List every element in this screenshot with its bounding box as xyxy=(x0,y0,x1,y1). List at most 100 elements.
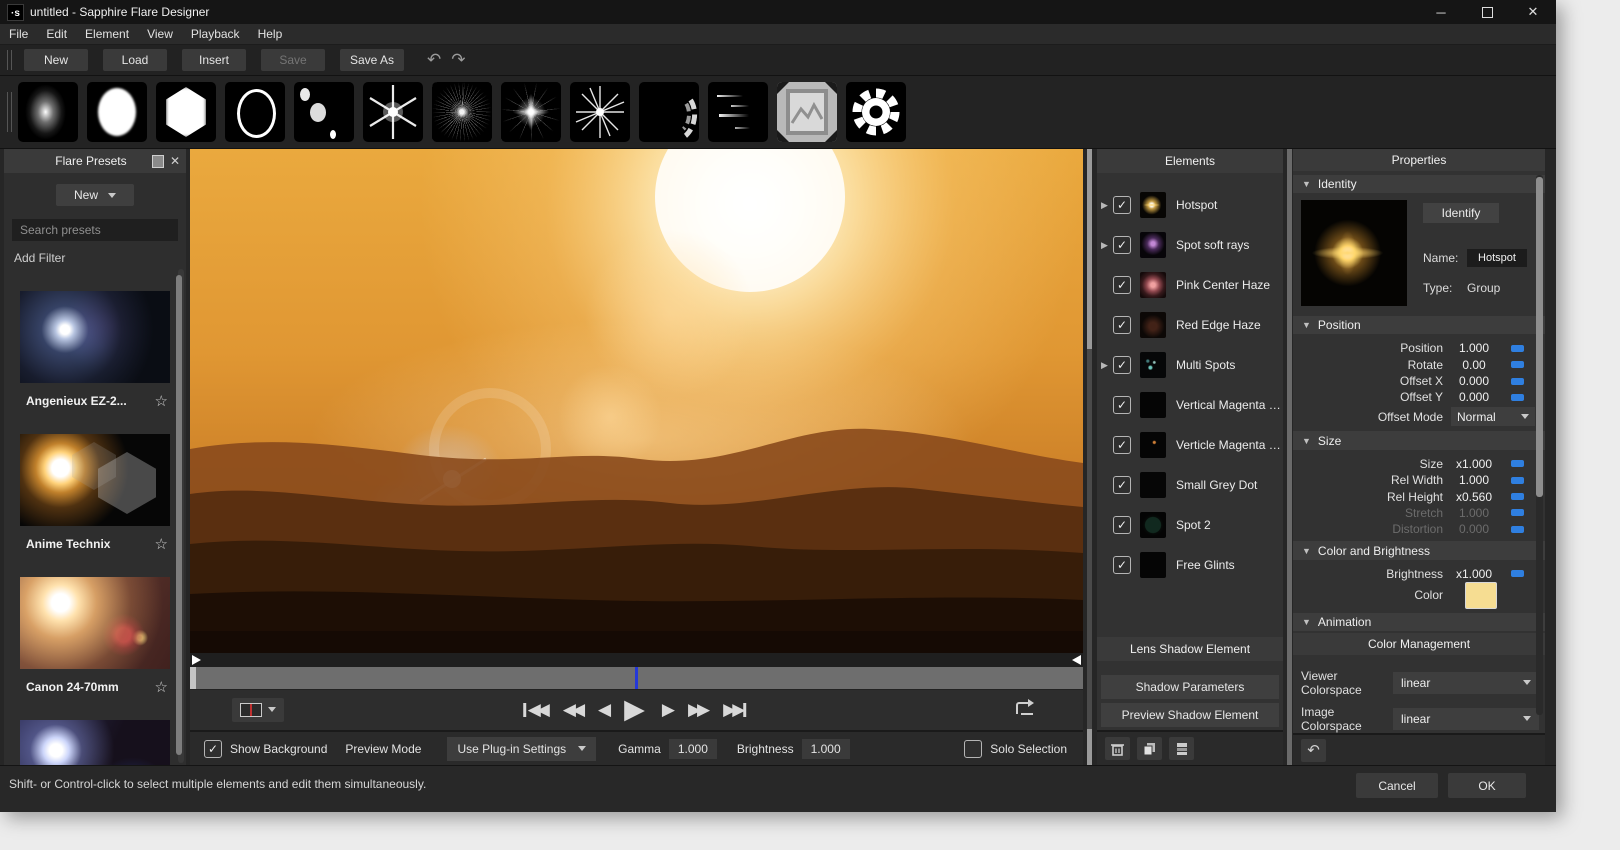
identity-section-header[interactable]: ▼ Identity xyxy=(1293,175,1545,193)
menu-playback[interactable]: Playback xyxy=(182,27,249,41)
collapse-triangle-icon[interactable]: ▼ xyxy=(1302,436,1311,446)
go-to-start-button[interactable]: ◀◀ xyxy=(521,700,550,720)
color-swatch[interactable] xyxy=(1465,582,1497,609)
go-to-end-button[interactable]: ▶▶ xyxy=(723,700,752,720)
element-row-spot-2[interactable]: ✓ Spot 2 xyxy=(1097,505,1283,545)
preset-new-dropdown[interactable]: New xyxy=(56,184,134,206)
element-row-hotspot[interactable]: ▶ ✓ Hotspot xyxy=(1097,185,1283,225)
element-checkbox[interactable]: ✓ xyxy=(1113,436,1131,454)
element-row-red-edge-haze[interactable]: ✓ Red Edge Haze xyxy=(1097,305,1283,345)
favorite-star-icon[interactable]: ☆ xyxy=(155,535,168,553)
brightness-value[interactable]: 1.000 xyxy=(802,739,850,759)
param-value[interactable]: 0.000 xyxy=(1443,390,1505,404)
play-button[interactable]: ▶ xyxy=(624,694,649,725)
undo-icon[interactable]: ↶ xyxy=(427,50,451,69)
step-forward-button[interactable]: ▶ xyxy=(662,700,675,720)
step-back-button[interactable]: ◀ xyxy=(598,700,611,720)
redo-icon[interactable]: ↷ xyxy=(451,50,475,69)
menu-edit[interactable]: Edit xyxy=(37,27,76,41)
preview-shadow-element-button[interactable]: Preview Shadow Element xyxy=(1101,703,1279,727)
position-section-header[interactable]: ▼ Position xyxy=(1293,316,1545,334)
element-checkbox[interactable]: ✓ xyxy=(1113,316,1131,334)
element-checkbox[interactable]: ✓ xyxy=(1113,236,1131,254)
param-value[interactable]: 0.000 xyxy=(1443,374,1505,388)
glint-element-icon[interactable] xyxy=(363,82,423,142)
element-row-multi-spots[interactable]: ▶ ✓ Multi Spots xyxy=(1097,345,1283,385)
collapse-triangle-icon[interactable]: ▼ xyxy=(1302,617,1311,627)
menu-element[interactable]: Element xyxy=(76,27,138,41)
rewind-button[interactable]: ◀◀ xyxy=(563,700,585,720)
viewer-colorspace-dropdown[interactable]: linear xyxy=(1393,672,1539,694)
preset-scrollbar-track[interactable] xyxy=(178,269,184,763)
properties-scrollbar-track[interactable] xyxy=(1536,175,1543,715)
element-checkbox[interactable]: ✓ xyxy=(1113,356,1131,374)
close-button[interactable]: ✕ xyxy=(1510,0,1556,24)
spots-element-icon[interactable] xyxy=(294,82,354,142)
slider-handle[interactable] xyxy=(1511,345,1524,352)
slider-handle[interactable] xyxy=(1511,493,1524,500)
name-input[interactable]: Hotspot xyxy=(1467,249,1527,267)
shadow-parameters-button[interactable]: Shadow Parameters xyxy=(1101,675,1279,699)
preset-item[interactable]: Angenieux EZ-2... ☆ xyxy=(4,291,186,410)
param-value[interactable]: x0.560 xyxy=(1443,490,1505,504)
solo-selection-checkbox[interactable] xyxy=(964,740,982,758)
param-value[interactable]: 1.000 xyxy=(1443,473,1505,487)
search-input[interactable] xyxy=(12,223,178,237)
range-start-marker[interactable] xyxy=(192,655,201,665)
collapse-triangle-icon[interactable]: ▼ xyxy=(1302,546,1311,556)
preset-item[interactable]: Canon 24-70mm ☆ xyxy=(4,577,186,696)
panel-splitter[interactable] xyxy=(1287,149,1292,765)
favorite-star-icon[interactable]: ☆ xyxy=(155,678,168,696)
element-row-verticle-magenta-orange[interactable]: ✓ Verticle Magenta Orange ... xyxy=(1097,425,1283,465)
image-colorspace-dropdown[interactable]: linear xyxy=(1393,708,1539,730)
identify-button[interactable]: Identify xyxy=(1423,203,1499,223)
view-mode-dropdown[interactable] xyxy=(232,698,284,722)
ok-button[interactable]: OK xyxy=(1448,773,1526,798)
close-panel-icon[interactable]: ✕ xyxy=(170,154,180,168)
slider-handle[interactable] xyxy=(1511,361,1524,368)
expand-triangle-icon[interactable]: ▶ xyxy=(1101,360,1113,371)
slider-handle[interactable] xyxy=(1511,509,1524,516)
expand-triangle-icon[interactable]: ▶ xyxy=(1101,240,1113,251)
element-checkbox[interactable]: ✓ xyxy=(1113,276,1131,294)
element-row-free-glints[interactable]: ✓ Free Glints xyxy=(1097,545,1283,585)
element-checkbox[interactable]: ✓ xyxy=(1113,196,1131,214)
expand-triangle-icon[interactable]: ▶ xyxy=(1101,200,1113,211)
favorite-star-icon[interactable]: ☆ xyxy=(155,392,168,410)
glow-element-icon[interactable] xyxy=(18,82,78,142)
slider-handle[interactable] xyxy=(1511,460,1524,467)
collapse-triangle-icon[interactable]: ▼ xyxy=(1302,179,1311,189)
param-value[interactable]: 1.000 xyxy=(1443,341,1505,355)
element-row-vertical-magenta-dots[interactable]: ✓ Vertical Magenta Dots xyxy=(1097,385,1283,425)
element-row-pink-center-haze[interactable]: ✓ Pink Center Haze xyxy=(1097,265,1283,305)
maximize-button[interactable] xyxy=(1464,0,1510,24)
gamma-value[interactable]: 1.000 xyxy=(669,739,717,759)
ellipse-element-icon[interactable] xyxy=(87,82,147,142)
copy-element-button[interactable] xyxy=(1137,737,1162,760)
cancel-button[interactable]: Cancel xyxy=(1356,773,1438,798)
element-row-small-grey-dot[interactable]: ✓ Small Grey Dot xyxy=(1097,465,1283,505)
slider-handle[interactable] xyxy=(1511,526,1524,533)
slider-handle[interactable] xyxy=(1511,570,1524,577)
element-checkbox[interactable]: ✓ xyxy=(1113,476,1131,494)
delete-element-button[interactable] xyxy=(1105,737,1130,760)
add-filter-link[interactable]: Add Filter xyxy=(14,251,186,265)
icon-toolbar-grip[interactable] xyxy=(7,92,12,132)
minimize-button[interactable]: ─ xyxy=(1418,0,1464,24)
element-checkbox[interactable]: ✓ xyxy=(1113,516,1131,534)
gear-icon[interactable] xyxy=(846,82,906,142)
preset-item[interactable]: Anime Technix ☆ xyxy=(4,434,186,553)
flare-preview-viewport[interactable] xyxy=(190,149,1083,653)
param-value[interactable]: 0.00 xyxy=(1443,358,1505,372)
timeline-range-strip[interactable] xyxy=(190,653,1083,667)
insert-button[interactable]: Insert xyxy=(182,49,246,71)
animation-section-header[interactable]: ▼ Animation xyxy=(1293,613,1545,631)
toolbar-grip[interactable] xyxy=(7,50,12,70)
preset-thumbnail[interactable] xyxy=(20,577,170,669)
range-end-marker[interactable] xyxy=(1072,655,1081,665)
soft-rays-element-icon[interactable] xyxy=(501,82,561,142)
reset-undo-button[interactable]: ↶ xyxy=(1301,739,1326,762)
menu-help[interactable]: Help xyxy=(249,27,292,41)
load-button[interactable]: Load xyxy=(103,49,167,71)
preset-thumbnail[interactable] xyxy=(20,291,170,383)
